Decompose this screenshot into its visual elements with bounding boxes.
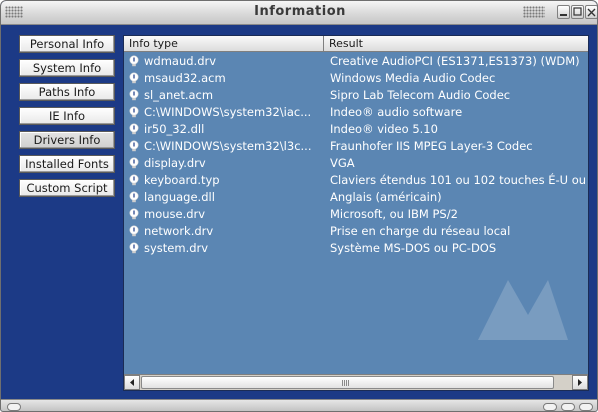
scrollbar-grip [342, 380, 350, 386]
title-bar[interactable]: Information [1, 1, 597, 25]
result-cell: Anglais (américain) [330, 190, 442, 204]
list-item[interactable]: ir50_32.dll Indeo® video 5.10 [124, 121, 588, 138]
list-item[interactable]: msaud32.acm Windows Media Audio Codec [124, 70, 588, 87]
result-cell: Indeo® video 5.10 [330, 122, 438, 136]
list-rows: wdmaud.drv Creative AudioPCI (ES1371,ES13… [124, 53, 588, 257]
result-cell: Creative AudioPCI (ES1371,ES1373) (WDM) [330, 54, 580, 68]
info-nav: Personal Info System Info Paths Info IE … [19, 35, 115, 203]
result-cell: Prise en charge du réseau local [330, 224, 511, 238]
info-type-cell: system.drv [144, 241, 209, 255]
maximize-icon [573, 7, 582, 16]
list-item[interactable]: language.dll Anglais (américain) [124, 189, 588, 206]
result-cell: Microsoft, ou IBM PS/2 [330, 207, 458, 221]
bottom-knob-right-2 [561, 403, 575, 411]
ie-info-button[interactable]: IE Info [19, 107, 115, 125]
info-bulb-icon [129, 174, 139, 186]
result-cell: Indeo® audio software [330, 105, 463, 119]
list-item[interactable]: wdmaud.drv Creative AudioPCI (ES1371,ES13… [124, 53, 588, 70]
column-header-info-type[interactable]: Info type [124, 36, 324, 52]
bottom-bar [1, 399, 597, 411]
list-item[interactable]: sl_anet.acm Sipro Lab Telecom Audio Codec [124, 87, 588, 104]
information-window: Information Personal Info System Info Pa… [0, 0, 598, 412]
info-type-cell: keyboard.typ [144, 173, 220, 187]
bottom-knob-right-3 [579, 403, 593, 411]
minimize-button[interactable] [557, 5, 570, 19]
bottom-knob-left [7, 403, 21, 411]
info-type-cell: network.drv [144, 224, 214, 238]
list-item[interactable]: mouse.drv Microsoft, ou IBM PS/2 [124, 206, 588, 223]
info-bulb-icon [129, 208, 139, 220]
info-type-cell: wdmaud.drv [144, 54, 217, 68]
scrollbar-thumb[interactable] [141, 376, 554, 389]
list-item[interactable]: network.drv Prise en charge du réseau loc… [124, 223, 588, 240]
info-type-cell: sl_anet.acm [144, 88, 214, 102]
info-type-cell: display.drv [144, 156, 206, 170]
list-item[interactable]: system.drv Système MS-DOS ou PC-DOS [124, 240, 588, 257]
drivers-list-view[interactable]: Info type Result wdmaud.drv Creative Audi… [123, 35, 589, 391]
info-bulb-icon [129, 242, 139, 254]
scroll-left-button[interactable] [124, 375, 140, 390]
info-bulb-icon [129, 89, 139, 101]
drivers-info-button[interactable]: Drivers Info [19, 131, 115, 149]
info-type-cell: mouse.drv [144, 207, 206, 221]
window-title: Information [254, 4, 346, 19]
list-header: Info type Result [124, 36, 588, 52]
arrow-left-icon [130, 379, 134, 386]
info-bulb-icon [129, 55, 139, 67]
result-cell: VGA [330, 156, 355, 170]
horizontal-scrollbar[interactable] [124, 374, 588, 390]
info-type-cell: language.dll [144, 190, 215, 204]
minimize-icon [560, 14, 567, 16]
watermark-logo-icon [478, 280, 568, 340]
info-bulb-icon [129, 140, 139, 152]
column-header-result[interactable]: Result [324, 36, 588, 52]
result-cell: Windows Media Audio Codec [330, 71, 496, 85]
info-bulb-icon [129, 225, 139, 237]
info-bulb-icon [129, 106, 139, 118]
arrow-right-icon [578, 379, 582, 386]
list-item[interactable]: display.drv VGA [124, 155, 588, 172]
info-bulb-icon [129, 191, 139, 203]
info-bulb-icon [129, 123, 139, 135]
custom-script-button[interactable]: Custom Script [19, 179, 115, 197]
paths-info-button[interactable]: Paths Info [19, 83, 115, 101]
info-type-cell: C:\WINDOWS\system32\iac... [144, 105, 312, 119]
installed-fonts-button[interactable]: Installed Fonts [19, 155, 115, 173]
system-info-button[interactable]: System Info [19, 59, 115, 77]
list-item[interactable]: C:\WINDOWS\system32\iac... Indeo® audio s… [124, 104, 588, 121]
result-cell: Sipro Lab Telecom Audio Codec [330, 88, 511, 102]
close-icon [587, 8, 596, 17]
title-grip-right [523, 6, 545, 18]
info-type-cell: C:\WINDOWS\system32\l3c... [144, 139, 312, 153]
result-cell: Claviers étendus 101 ou 102 touches É-U … [330, 173, 587, 187]
info-bulb-icon [129, 157, 139, 169]
list-item[interactable]: C:\WINDOWS\system32\l3c... Fraunhofer IIS… [124, 138, 588, 155]
close-button[interactable] [585, 5, 597, 19]
bottom-knob-right-1 [543, 403, 557, 411]
info-type-cell: ir50_32.dll [144, 122, 205, 136]
scroll-right-button[interactable] [572, 375, 588, 390]
result-cell: Système MS-DOS ou PC-DOS [330, 241, 497, 255]
info-type-cell: msaud32.acm [144, 71, 226, 85]
personal-info-button[interactable]: Personal Info [19, 35, 115, 53]
list-item[interactable]: keyboard.typ Claviers étendus 101 ou 102 … [124, 172, 588, 189]
result-cell: Fraunhofer IIS MPEG Layer-3 Codec [330, 139, 533, 153]
maximize-button[interactable] [571, 5, 584, 19]
info-bulb-icon [129, 72, 139, 84]
